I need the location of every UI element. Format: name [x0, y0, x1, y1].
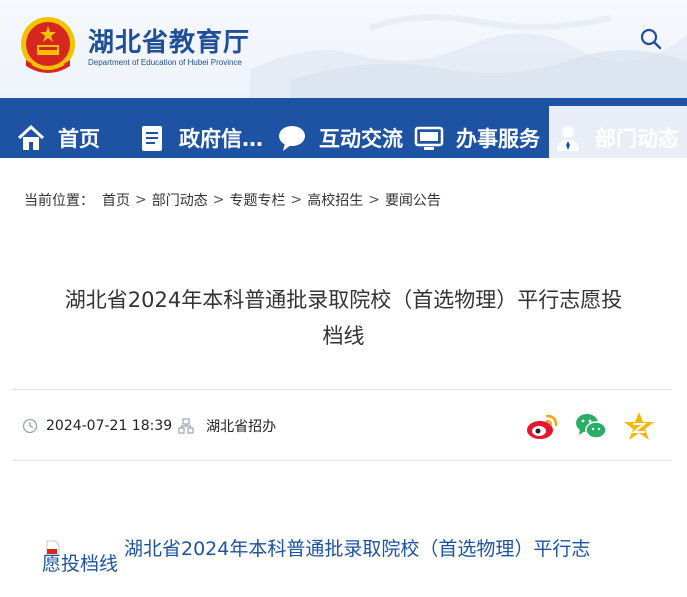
breadcrumb: 当前位置： 首页 > 部门动态 > 专题专栏 > 高校招生 > 要闻公告	[24, 190, 441, 210]
breadcrumb-separator: >	[368, 192, 380, 208]
nav-item-label: 部门动态	[595, 127, 679, 151]
nav-item-dept-news[interactable]: 部门动态	[549, 118, 687, 158]
weibo-share-icon[interactable]	[525, 410, 559, 442]
nav-item-home[interactable]: 首页	[0, 118, 133, 158]
nav-item-label: 首页	[58, 127, 100, 151]
divider	[12, 389, 672, 390]
breadcrumb-item-dept-news[interactable]: 部门动态	[152, 190, 208, 210]
wechat-share-icon[interactable]	[574, 410, 608, 442]
breadcrumb-separator: >	[212, 192, 225, 208]
article-title: 湖北省2024年本科普通批录取院校（首选物理）平行志愿投 档线	[20, 282, 667, 354]
nav-item-label: 办事服务	[456, 127, 540, 151]
article-title-line: 湖北省2024年本科普通批录取院校（首选物理）平行志愿投	[64, 288, 623, 312]
attachment-link-text[interactable]: 愿投档线	[42, 551, 118, 577]
monitor-icon	[414, 126, 444, 150]
breadcrumb-item-announcements[interactable]: 要闻公告	[385, 190, 441, 210]
site-title[interactable]: 湖北省教育厅	[88, 22, 250, 59]
site-subtitle: Department of Education of Hubei Provinc…	[88, 58, 242, 67]
mountain-background	[250, 14, 687, 98]
qzone-share-icon[interactable]	[622, 410, 656, 442]
breadcrumb-separator: >	[290, 192, 303, 208]
search-icon[interactable]	[638, 26, 664, 52]
nav-item-gov-info[interactable]: 政府信…	[133, 118, 273, 158]
main-nav: 首页 政府信… 互动交流 办事服务 部门动态	[0, 98, 687, 158]
breadcrumb-item-admissions[interactable]: 高校招生	[307, 190, 363, 210]
breadcrumb-item-home[interactable]: 首页	[102, 190, 130, 210]
national-emblem-icon	[21, 17, 75, 73]
chat-bubble-icon	[279, 126, 305, 151]
document-icon	[142, 126, 162, 151]
article-meta: 2024-07-21 18:39 湖北省招办	[22, 414, 276, 438]
breadcrumb-separator: >	[135, 192, 147, 208]
divider	[12, 460, 672, 461]
source-icon	[178, 418, 194, 434]
article-title-line: 档线	[322, 324, 365, 348]
clock-icon	[22, 418, 38, 434]
nav-item-services[interactable]: 办事服务	[410, 118, 549, 158]
nav-item-label: 互动交流	[319, 127, 403, 151]
breadcrumb-prefix: 当前位置：	[24, 193, 94, 209]
attachment-link-text[interactable]: 湖北省2024年本科普通批录取院校（首选物理）平行志	[124, 536, 590, 562]
person-icon	[557, 126, 579, 151]
home-icon	[17, 124, 45, 150]
article-source: 湖北省招办	[206, 419, 277, 435]
breadcrumb-item-special[interactable]: 专题专栏	[229, 190, 285, 210]
site-header: 湖北省教育厅 Department of Education of Hubei …	[0, 0, 687, 98]
nav-item-label: 政府信…	[179, 127, 263, 151]
nav-item-interaction[interactable]: 互动交流	[273, 118, 410, 158]
publish-date: 2024-07-21 18:39	[46, 418, 173, 434]
